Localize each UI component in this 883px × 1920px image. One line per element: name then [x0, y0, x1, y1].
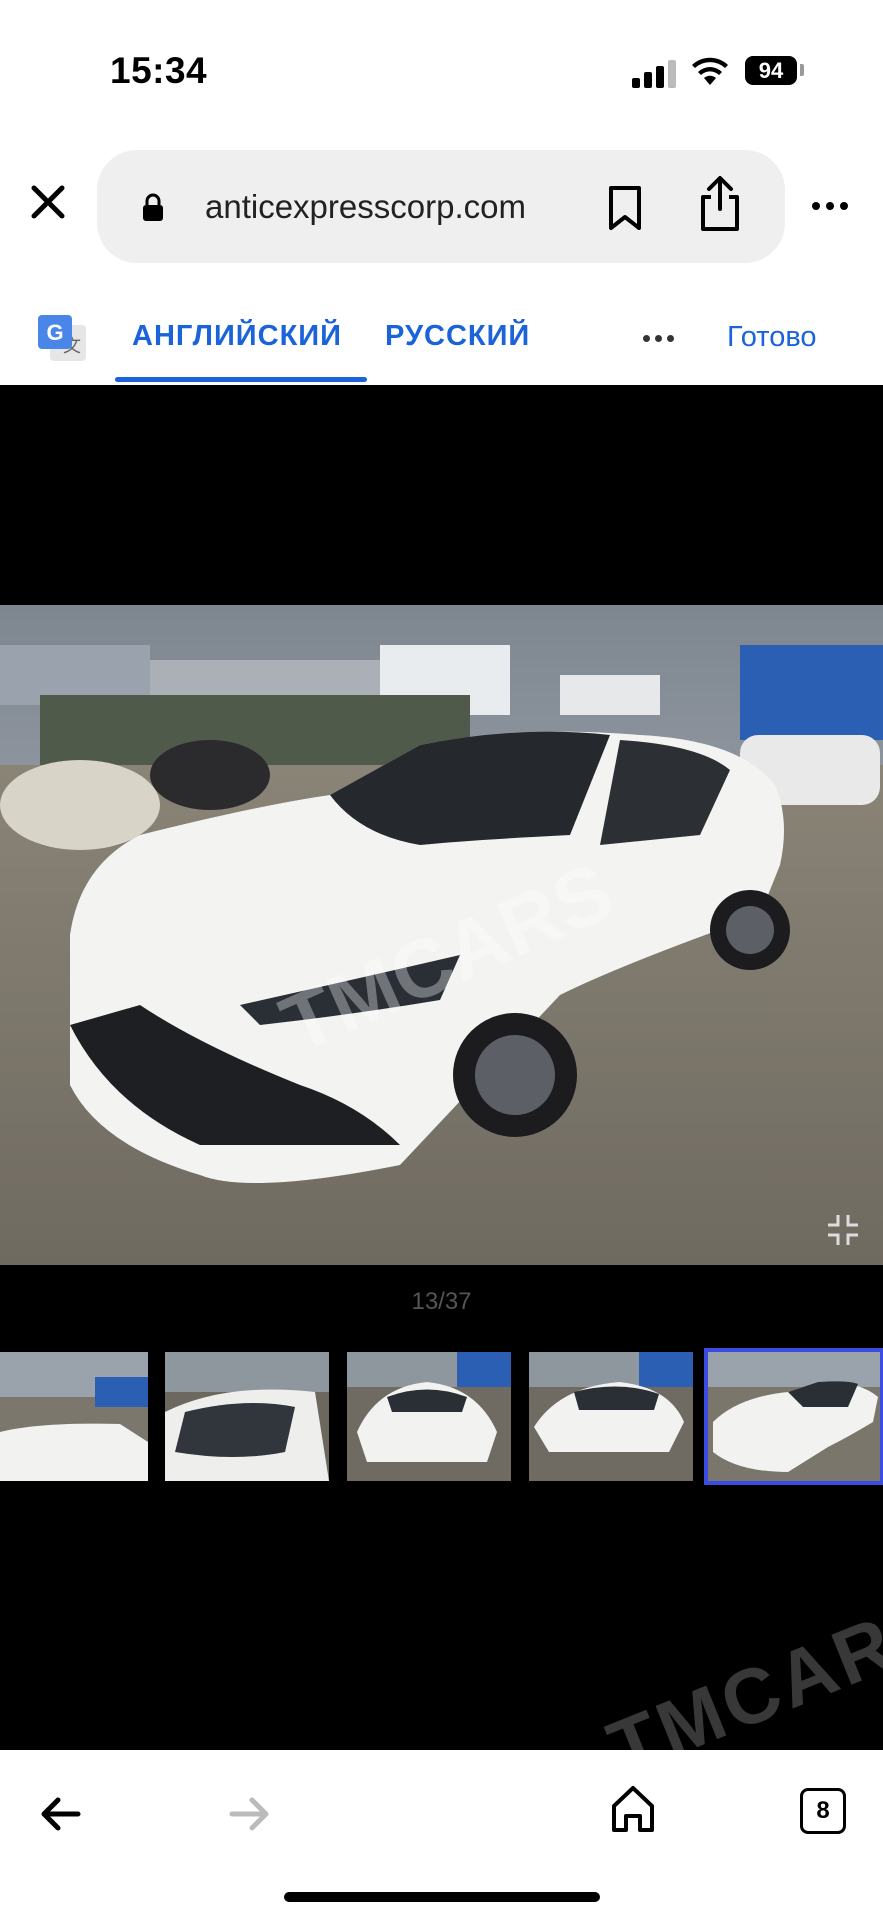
- bookmark-icon[interactable]: [607, 185, 643, 231]
- share-icon[interactable]: [698, 175, 742, 233]
- close-icon[interactable]: [28, 182, 68, 222]
- collapse-icon[interactable]: [825, 1212, 861, 1248]
- battery-tip: [800, 64, 804, 76]
- address-bar[interactable]: anticexpresscorp.com: [97, 150, 785, 263]
- cellular-signal-icon: [632, 58, 677, 88]
- wifi-icon: [692, 57, 728, 85]
- bottom-toolbar: 8: [0, 1750, 883, 1920]
- active-tab-indicator: [115, 377, 367, 382]
- status-bar: 15:34 94: [0, 0, 883, 130]
- browser-toolbar: anticexpresscorp.com: [0, 130, 883, 285]
- google-translate-icon[interactable]: 文 G: [36, 313, 88, 365]
- thumbnail-5-selected[interactable]: [704, 1348, 883, 1485]
- thumbnail-2[interactable]: [165, 1352, 329, 1481]
- more-options-icon[interactable]: [812, 202, 854, 210]
- svg-text:G: G: [46, 320, 63, 345]
- battery-indicator: 94: [745, 56, 797, 85]
- done-button[interactable]: Готово: [727, 321, 817, 354]
- home-indicator: [284, 1892, 600, 1902]
- thumbnail-3[interactable]: [347, 1352, 511, 1481]
- status-time: 15:34: [110, 50, 208, 91]
- home-icon[interactable]: [610, 1784, 656, 1834]
- forward-arrow-icon[interactable]: [228, 1795, 270, 1833]
- image-counter: 13/37: [411, 1288, 472, 1315]
- image-viewer: TMCARS 13/37 TMCARS: [0, 385, 883, 1793]
- tab-target-language[interactable]: РУССКИЙ: [385, 320, 530, 353]
- tabs-icon[interactable]: 8: [800, 1788, 846, 1834]
- translate-more-icon[interactable]: [643, 335, 679, 342]
- translate-bar: 文 G АНГЛИЙСКИЙ РУССКИЙ Готово: [0, 285, 883, 387]
- main-car-photo[interactable]: TMCARS: [0, 605, 883, 1265]
- back-arrow-icon[interactable]: [40, 1795, 82, 1833]
- lock-icon: [143, 193, 163, 221]
- thumbnail-4[interactable]: [529, 1352, 693, 1481]
- thumbnail-1[interactable]: [0, 1352, 148, 1481]
- url-text[interactable]: anticexpresscorp.com: [205, 188, 675, 226]
- tab-source-language[interactable]: АНГЛИЙСКИЙ: [132, 320, 342, 353]
